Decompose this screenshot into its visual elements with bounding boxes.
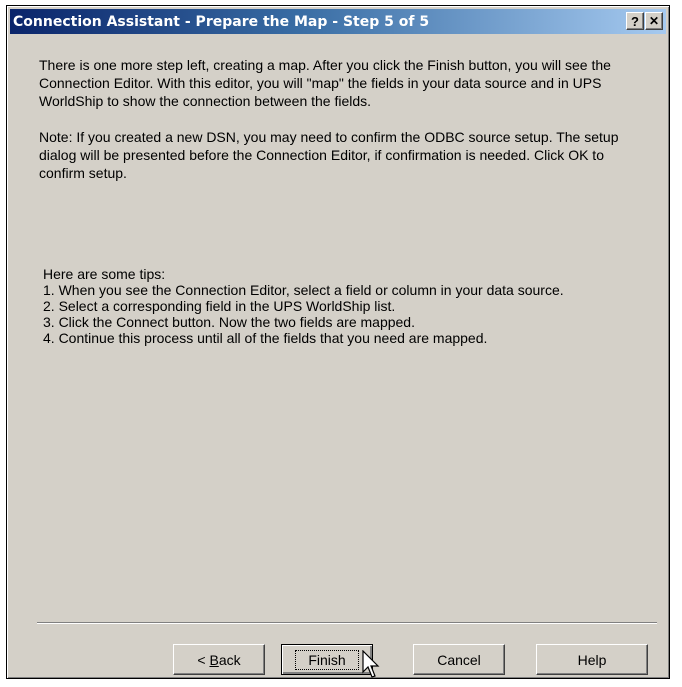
help-question-button[interactable]: ? bbox=[626, 12, 644, 30]
intro-paragraph: There is one more step left, creating a … bbox=[39, 57, 611, 109]
note-paragraph: Note: If you created a new DSN, you may … bbox=[39, 129, 619, 181]
back-button[interactable]: < Back bbox=[173, 644, 265, 675]
tips-section: Here are some tips: 1. When you see the … bbox=[43, 266, 643, 346]
mouse-pointer-icon bbox=[362, 650, 380, 678]
help-button[interactable]: Help bbox=[536, 644, 648, 675]
tip-item: 2. Select a corresponding field in the U… bbox=[43, 298, 396, 314]
tip-item: 4. Continue this process until all of th… bbox=[43, 330, 488, 346]
connection-assistant-dialog: Connection Assistant - Prepare the Map -… bbox=[6, 5, 670, 679]
close-button[interactable]: ✕ bbox=[645, 12, 663, 30]
button-divider bbox=[37, 622, 657, 624]
cancel-button[interactable]: Cancel bbox=[413, 644, 505, 675]
title-bar[interactable]: Connection Assistant - Prepare the Map -… bbox=[10, 9, 666, 34]
back-button-label: < Back bbox=[197, 651, 241, 668]
tip-item: 1. When you see the Connection Editor, s… bbox=[43, 282, 564, 298]
finish-button[interactable]: Finish bbox=[281, 644, 373, 675]
tip-item: 3. Click the Connect button. Now the two… bbox=[43, 314, 415, 330]
finish-button-label: Finish bbox=[295, 649, 359, 670]
instructions: There is one more step left, creating a … bbox=[39, 56, 647, 182]
close-icon: ✕ bbox=[648, 14, 660, 28]
tips-heading: Here are some tips: bbox=[43, 266, 166, 282]
window-title: Connection Assistant - Prepare the Map -… bbox=[13, 13, 430, 30]
